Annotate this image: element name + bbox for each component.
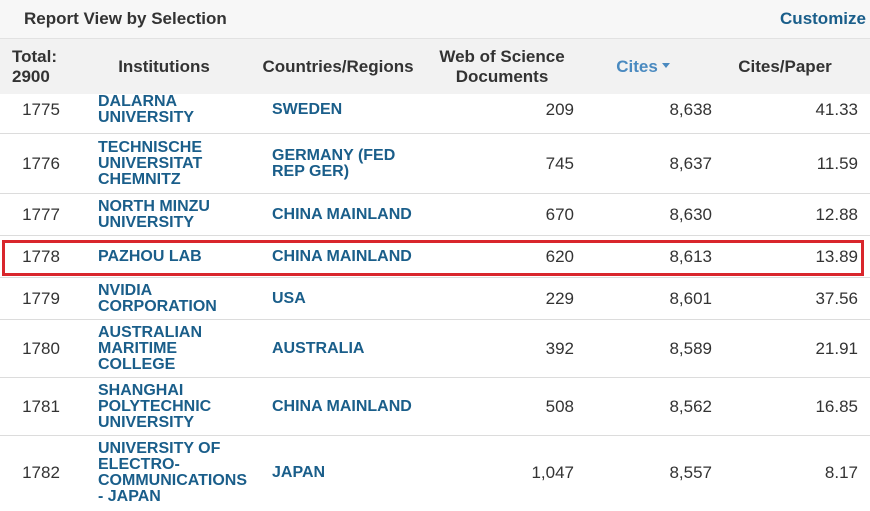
cites-per-paper-cell: 41.33: [815, 99, 858, 119]
country-link[interactable]: JAPAN: [272, 436, 422, 510]
cites-cell: 8,638: [669, 99, 712, 119]
rank-cell: 1780: [22, 338, 60, 358]
rank-cell: 1779: [22, 288, 60, 308]
cites-column-label: Cites: [616, 57, 658, 76]
institution-link[interactable]: PAZHOU LAB: [98, 236, 248, 277]
total-count-header: Total: 2900: [12, 47, 82, 87]
rank-cell: 1782: [22, 463, 60, 482]
institutions-column-header[interactable]: Institutions: [80, 57, 248, 77]
table-body: 1775 DALARNA UNIVERSITY SWEDEN 209 8,638…: [0, 94, 870, 511]
table-row: 1779 NVIDIA CORPORATION USA 229 8,601 37…: [0, 278, 870, 320]
institution-link[interactable]: TECHNISCHE UNIVERSITAT CHEMNITZ: [98, 134, 248, 193]
documents-cell: 508: [545, 396, 574, 416]
table-row: 1775 DALARNA UNIVERSITY SWEDEN 209 8,638…: [0, 94, 870, 134]
cites-cell: 8,613: [669, 246, 712, 266]
country-link[interactable]: CHINA MAINLAND: [272, 194, 422, 235]
table-row: 1780 AUSTRALIAN MARITIME COLLEGE AUSTRAL…: [0, 320, 870, 378]
cites-per-paper-cell: 11.59: [816, 153, 858, 173]
cites-per-paper-cell: 12.88: [815, 204, 858, 224]
report-title: Report View by Selection: [24, 9, 227, 28]
rank-cell: 1778: [22, 246, 60, 266]
documents-cell: 392: [545, 338, 574, 358]
table-row: 1777 NORTH MINZU UNIVERSITY CHINA MAINLA…: [0, 194, 870, 236]
country-link[interactable]: USA: [272, 278, 422, 319]
wos-documents-column-header[interactable]: Web of Science Documents: [428, 47, 576, 87]
sort-descending-icon: [661, 63, 670, 69]
documents-cell: 745: [545, 153, 574, 173]
customize-link[interactable]: Customize: [780, 9, 866, 29]
country-link[interactable]: AUSTRALIA: [272, 320, 422, 377]
institution-link[interactable]: UNIVERSITY OF ELECTRO-COMMUNICATIONS - J…: [98, 436, 248, 510]
rank-cell: 1781: [22, 396, 60, 416]
table-row: 1776 TECHNISCHE UNIVERSITAT CHEMNITZ GER…: [0, 134, 870, 194]
documents-cell: 670: [545, 204, 574, 224]
cites-per-paper-cell: 13.89: [815, 246, 858, 266]
institution-link[interactable]: DALARNA UNIVERSITY: [98, 94, 248, 133]
rank-cell: 1775: [22, 99, 60, 119]
cites-column-header[interactable]: Cites: [596, 57, 690, 77]
country-link[interactable]: SWEDEN: [272, 94, 422, 133]
cites-per-paper-cell: 16.85: [815, 396, 858, 416]
rank-cell: 1777: [22, 204, 60, 224]
documents-cell: 1,047: [531, 463, 574, 482]
cites-cell: 8,562: [669, 396, 712, 416]
table-row-highlighted: 1778 PAZHOU LAB CHINA MAINLAND 620 8,613…: [0, 236, 870, 278]
total-count-label: Total: 2900: [12, 47, 58, 86]
cites-per-paper-cell: 37.56: [815, 288, 858, 308]
country-link[interactable]: CHINA MAINLAND: [272, 236, 422, 277]
cites-cell: 8,601: [669, 288, 712, 308]
report-toolbar: Report View by Selection Customize: [0, 0, 870, 38]
documents-cell: 620: [545, 246, 574, 266]
institution-link[interactable]: NVIDIA CORPORATION: [98, 278, 248, 319]
institution-link[interactable]: AUSTRALIAN MARITIME COLLEGE: [98, 320, 248, 377]
cites-cell: 8,630: [669, 204, 712, 224]
cites-cell: 8,557: [669, 463, 712, 482]
documents-cell: 209: [545, 99, 574, 119]
cites-per-paper-column-header[interactable]: Cites/Paper: [728, 57, 842, 77]
documents-cell: 229: [545, 288, 574, 308]
institution-link[interactable]: NORTH MINZU UNIVERSITY: [98, 194, 248, 235]
country-link[interactable]: CHINA MAINLAND: [272, 378, 422, 435]
institution-link[interactable]: SHANGHAI POLYTECHNIC UNIVERSITY: [98, 378, 248, 435]
cites-per-paper-cell: 21.91: [815, 338, 858, 358]
rank-cell: 1776: [22, 153, 60, 173]
table-header: Total: 2900 Institutions Countries/Regio…: [0, 38, 870, 94]
table-row: 1782 UNIVERSITY OF ELECTRO-COMMUNICATION…: [0, 436, 870, 510]
countries-column-header[interactable]: Countries/Regions: [252, 57, 424, 77]
cites-cell: 8,589: [669, 338, 712, 358]
table-row: 1781 SHANGHAI POLYTECHNIC UNIVERSITY CHI…: [0, 378, 870, 436]
country-link[interactable]: GERMANY (FED REP GER): [272, 134, 422, 193]
cites-cell: 8,637: [669, 153, 712, 173]
cites-per-paper-cell: 8.17: [824, 463, 858, 482]
